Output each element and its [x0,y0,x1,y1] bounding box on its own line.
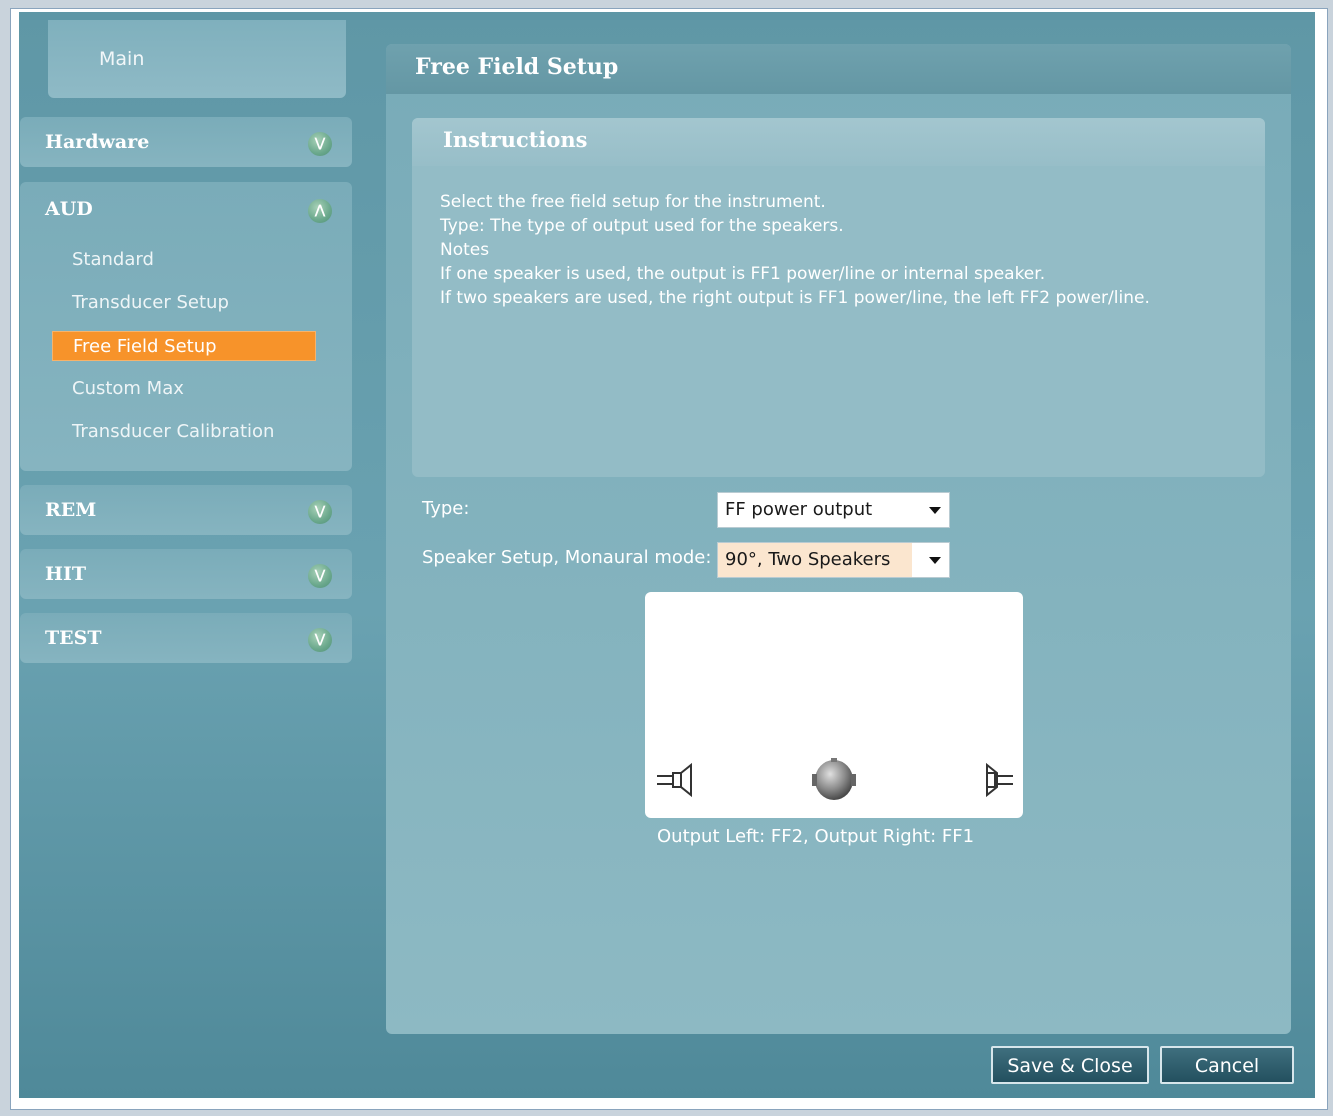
nav-section-test-label: TEST [45,627,102,649]
nav-section-test[interactable]: TEST ⋁ [20,613,352,663]
instructions-header: Instructions [412,118,1265,166]
output-mapping-text: Output Left: FF2, Output Right: FF1 [657,826,975,847]
instructions-line: Select the free field setup for the inst… [440,192,826,212]
listener-head-icon [812,758,856,800]
main-tab[interactable]: Main [48,20,346,98]
nav-section-hit[interactable]: HIT ⋁ [20,549,352,599]
nav-item-transducer-calibration[interactable]: Transducer Calibration [52,417,316,447]
nav-section-rem-label: REM [45,499,97,521]
instructions-line: If two speakers are used, the right outp… [440,288,1150,308]
right-speaker-icon [986,762,1013,798]
chevron-down-icon[interactable]: ⋁ [308,564,332,588]
speaker-diagram-svg [657,758,1013,800]
left-speaker-icon [657,762,692,798]
panel-header: Free Field Setup [386,44,1291,94]
cancel-button[interactable]: Cancel [1160,1046,1294,1084]
speaker-setup-label: Speaker Setup, Monaural mode: [422,547,712,568]
type-label: Type: [422,498,470,519]
nav-section-rem[interactable]: REM ⋁ [20,485,352,535]
instructions-title: Instructions [443,127,588,152]
dropdown-arrow-icon[interactable] [929,557,941,564]
nav-section-aud-label[interactable]: AUD [45,198,93,220]
instructions-box: Instructions Select the free field setup… [412,118,1265,477]
nav-item-transducer-setup[interactable]: Transducer Setup [52,288,316,318]
speaker-setup-value: 90°, Two Speakers [718,543,913,577]
nav-item-free-field-setup[interactable]: Free Field Setup [52,331,316,361]
main-tab-label: Main [99,48,145,70]
instructions-text: Select the free field setup for the inst… [440,190,1150,310]
nav-section-hardware[interactable]: Hardware ⋁ [20,117,352,167]
save-close-button[interactable]: Save & Close [991,1046,1149,1084]
type-select-value: FF power output [725,499,873,520]
instructions-line: Type: The type of output used for the sp… [440,216,844,236]
page-title: Free Field Setup [415,54,619,80]
content-panel: Free Field Setup Instructions Select the… [386,44,1291,1034]
dropdown-arrow-icon[interactable] [929,507,941,514]
speaker-setup-select[interactable]: 90°, Two Speakers [717,542,950,578]
chevron-up-icon[interactable]: ⋀ [308,199,332,223]
instructions-line: Notes [440,240,490,260]
nav-section-hit-label: HIT [45,563,86,585]
nav-item-custom-max[interactable]: Custom Max [52,374,316,404]
nav-item-standard[interactable]: Standard [52,245,316,275]
chevron-down-icon[interactable]: ⋁ [308,628,332,652]
instructions-line: If one speaker is used, the output is FF… [440,264,1046,284]
chevron-down-icon[interactable]: ⋁ [308,500,332,524]
chevron-down-icon[interactable]: ⋁ [308,132,332,156]
nav-section-hardware-label: Hardware [45,131,150,153]
speaker-diagram [645,592,1023,818]
type-select[interactable]: FF power output [717,492,950,528]
